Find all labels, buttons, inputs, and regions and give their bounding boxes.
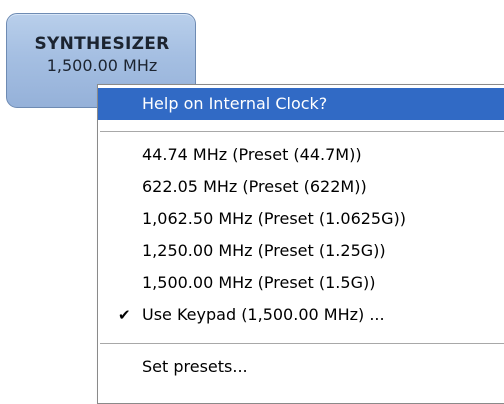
menu-item-use-keypad[interactable]: ✔ Use Keypad (1,500.00 MHz) ... (98, 299, 504, 331)
menu-item-preset-622-05[interactable]: 622.05 MHz (Preset (622M)) (98, 171, 504, 203)
check-icon: ✔ (118, 306, 131, 324)
menu-item-label: Set presets... (142, 357, 248, 376)
synthesizer-frequency-value: 1,500.00 MHz (46, 56, 158, 75)
menu-item-label: Use Keypad (1,500.00 MHz) ... (142, 305, 385, 324)
menu-item-label: 44.74 MHz (Preset (44.7M)) (142, 145, 362, 164)
menu-separator (100, 343, 504, 344)
menu-item-help-internal-clock[interactable]: Help on Internal Clock? (98, 88, 504, 120)
menu-item-preset-1062-50[interactable]: 1,062.50 MHz (Preset (1.0625G)) (98, 203, 504, 235)
menu-item-label: Help on Internal Clock? (142, 94, 328, 113)
menu-item-label: 1,500.00 MHz (Preset (1.5G)) (142, 273, 376, 292)
menu-item-label: 1,062.50 MHz (Preset (1.0625G)) (142, 209, 406, 228)
menu-item-preset-1500-00[interactable]: 1,500.00 MHz (Preset (1.5G)) (98, 267, 504, 299)
menu-item-label: 622.05 MHz (Preset (622M)) (142, 177, 367, 196)
menu-item-preset-44-74[interactable]: 44.74 MHz (Preset (44.7M)) (98, 139, 504, 171)
menu-item-set-presets[interactable]: Set presets... (98, 351, 504, 383)
context-menu: Help on Internal Clock? 44.74 MHz (Prese… (97, 84, 504, 404)
menu-item-preset-1250-00[interactable]: 1,250.00 MHz (Preset (1.25G)) (98, 235, 504, 267)
menu-separator (100, 131, 504, 132)
synthesizer-title: SYNTHESIZER (34, 34, 170, 54)
menu-item-label: 1,250.00 MHz (Preset (1.25G)) (142, 241, 386, 260)
